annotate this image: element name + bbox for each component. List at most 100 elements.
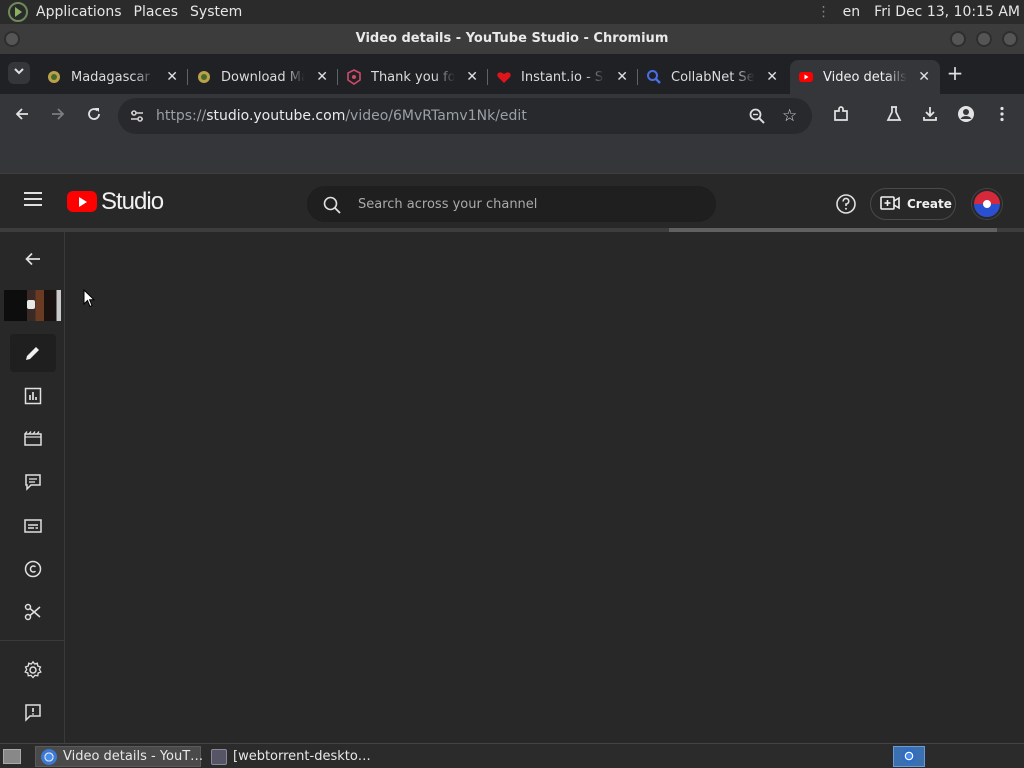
taskbar-item-label: [webtorrent-deskto… — [233, 749, 371, 764]
clock[interactable]: Fri Dec 13, 10:15 AM — [874, 4, 1020, 20]
show-desktop-button[interactable] — [3, 749, 21, 764]
labs-button[interactable] — [882, 105, 906, 129]
hamburger-menu-icon[interactable] — [24, 192, 42, 206]
gnome-foot-icon[interactable] — [8, 2, 28, 22]
arrow-left-icon — [25, 252, 40, 266]
youtube-logo-icon[interactable] — [67, 191, 97, 212]
studio-header: Studio Create — [0, 174, 1024, 228]
minimize-button[interactable] — [950, 31, 966, 47]
tab-collabnet[interactable]: CollabNet Se ✕ — [638, 60, 788, 94]
profile-button[interactable] — [954, 105, 978, 129]
downloads-button[interactable] — [918, 105, 942, 129]
tab-title: Instant.io - Si — [521, 69, 605, 85]
comments-icon — [25, 474, 41, 491]
video-thumbnail[interactable] — [4, 290, 61, 321]
window-titlebar[interactable]: Video details - YouTube Studio - Chromiu… — [0, 24, 1024, 54]
seal-icon — [196, 69, 212, 85]
sidebar-item-details[interactable] — [10, 334, 56, 372]
panel-grip-icon: ⋮ — [816, 4, 831, 20]
sidebar-item-clips[interactable] — [10, 593, 56, 631]
tab-instant-io[interactable]: Instant.io - Si ✕ — [488, 60, 638, 94]
video-details-content — [66, 232, 1024, 743]
studio-sidebar — [0, 232, 65, 743]
download-icon — [923, 107, 937, 121]
window-icon — [211, 748, 227, 765]
channel-search[interactable] — [307, 186, 716, 222]
sidebar-item-copyright[interactable] — [10, 550, 56, 588]
window-title: Video details - YouTube Studio - Chromiu… — [355, 31, 669, 46]
system-menu[interactable]: System — [184, 0, 248, 24]
back-to-content-button[interactable] — [10, 240, 56, 278]
account-avatar[interactable] — [972, 189, 1002, 219]
taskbar-item-chromium[interactable]: Video details - YouT… — [35, 746, 203, 767]
sidebar-item-subtitles[interactable] — [10, 507, 56, 545]
close-icon[interactable]: ✕ — [316, 69, 328, 85]
arrow-left-icon — [15, 108, 28, 120]
browser-toolbar: https://studio.youtube.com/video/6MvRTam… — [0, 94, 1024, 140]
address-bar[interactable]: https://studio.youtube.com/video/6MvRTam… — [118, 98, 812, 134]
tab-thank-you[interactable]: Thank you for ✕ — [338, 60, 488, 94]
sidebar-item-settings[interactable] — [10, 651, 56, 689]
copyright-icon — [24, 560, 42, 578]
close-icon[interactable]: ✕ — [166, 69, 178, 85]
heart-icon — [496, 69, 512, 85]
tab-title: Thank you for — [371, 69, 455, 85]
maximize-button[interactable] — [976, 31, 992, 47]
tab-search-button[interactable] — [8, 62, 30, 84]
magnifier-icon — [646, 69, 662, 85]
puzzle-icon — [834, 106, 848, 121]
site-info-icon[interactable] — [128, 107, 146, 125]
sidebar-item-send-feedback[interactable] — [10, 693, 56, 731]
sidebar-item-comments[interactable] — [10, 463, 56, 501]
extensions-button[interactable] — [829, 105, 853, 129]
applications-menu[interactable]: Applications — [30, 0, 128, 24]
flask-icon — [886, 106, 902, 121]
keyboard-layout-indicator[interactable]: en — [843, 4, 861, 20]
shield-icon — [346, 69, 362, 85]
close-window-button[interactable] — [1002, 31, 1018, 47]
seal-icon — [46, 69, 62, 85]
back-button[interactable] — [10, 105, 34, 129]
search-icon[interactable] — [322, 195, 342, 219]
places-menu[interactable]: Places — [128, 0, 185, 24]
sidebar-item-editor[interactable] — [10, 420, 56, 458]
studio-logo-text[interactable]: Studio — [101, 188, 164, 216]
subtitles-icon — [24, 519, 42, 533]
close-icon[interactable]: ✕ — [616, 69, 628, 85]
mouse-cursor-icon — [83, 289, 95, 308]
pencil-icon — [26, 347, 39, 360]
tab-title: Madagascar ( — [71, 69, 155, 85]
url-path: /video/6MvRTamv1Nk/edit — [345, 108, 527, 124]
tab-download[interactable]: Download Ma ✕ — [188, 60, 338, 94]
help-icon[interactable] — [835, 193, 857, 219]
video-plus-icon — [880, 195, 900, 214]
url-text[interactable]: https://studio.youtube.com/video/6MvRTam… — [156, 98, 527, 134]
create-label: Create — [907, 197, 952, 211]
sidebar-item-analytics[interactable] — [10, 377, 56, 415]
search-input[interactable] — [358, 187, 698, 221]
tab-madagascar[interactable]: Madagascar ( ✕ — [38, 60, 188, 94]
tab-video-details[interactable]: Video details ✕ — [790, 60, 940, 94]
close-icon[interactable]: ✕ — [918, 69, 930, 85]
new-tab-button[interactable]: + — [946, 63, 964, 83]
bookmark-star-icon[interactable]: ☆ — [782, 106, 797, 126]
create-button[interactable]: Create — [870, 188, 956, 220]
window-menu-button[interactable] — [4, 31, 20, 47]
close-icon[interactable]: ✕ — [766, 69, 778, 85]
close-icon[interactable]: ✕ — [466, 69, 478, 85]
browser-menu-button[interactable] — [990, 105, 1014, 129]
reload-button[interactable] — [82, 105, 106, 129]
forward-button[interactable] — [46, 105, 70, 129]
tray-chromium-icon[interactable] — [893, 746, 925, 767]
feedback-icon — [25, 704, 41, 722]
zoom-icon[interactable] — [748, 107, 766, 129]
bookmarks-bar — [0, 140, 1024, 174]
url-scheme: https:// — [156, 108, 207, 124]
tab-title: CollabNet Se — [671, 69, 755, 85]
taskbar-item-webtorrent[interactable]: [webtorrent-deskto… — [206, 746, 386, 767]
tab-title: Video details — [823, 69, 907, 85]
gear-icon — [24, 660, 42, 679]
kebab-menu-icon — [1000, 106, 1004, 122]
top-panel: Applications Places System ⋮ en Fri Dec … — [0, 0, 1024, 24]
analytics-icon — [24, 387, 42, 405]
